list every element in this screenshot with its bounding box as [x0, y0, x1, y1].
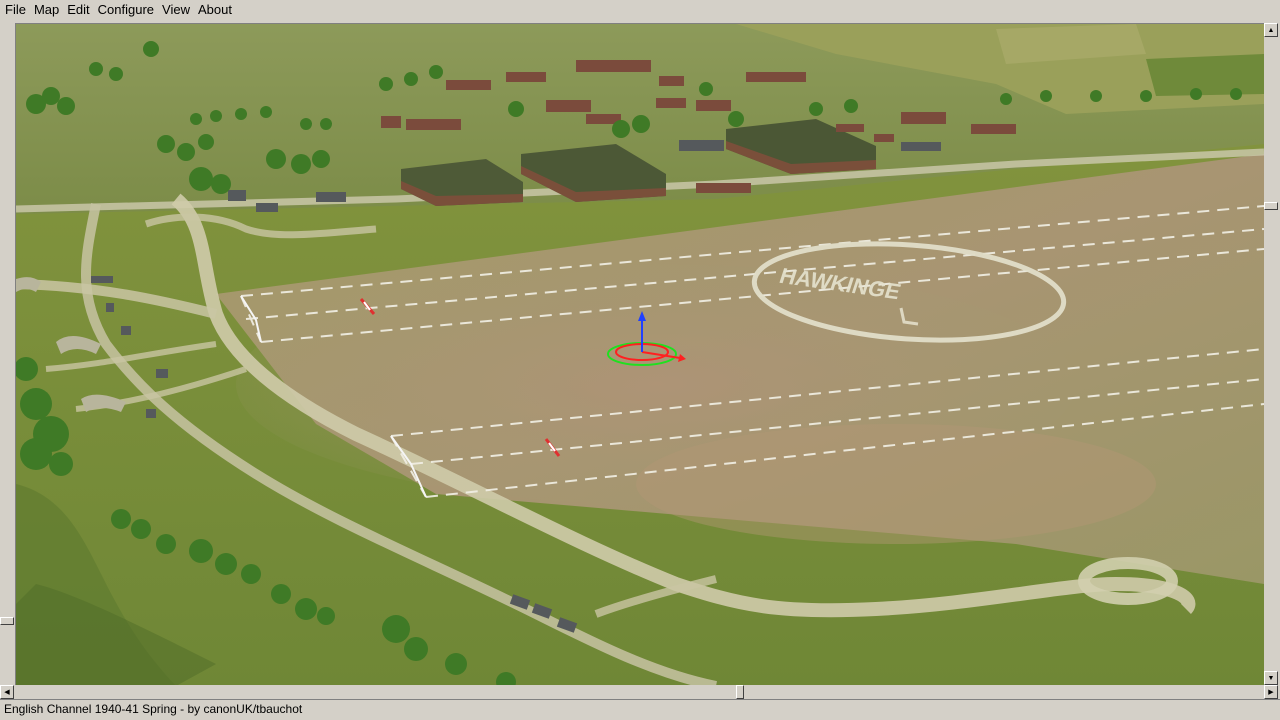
menu-map[interactable]: Map [29, 0, 62, 20]
right-vertical-scrollbar[interactable]: ▲ ▼ [1264, 23, 1278, 685]
right-scroll-thumb[interactable] [1264, 202, 1278, 210]
triangle-right-icon[interactable]: ▶ [1264, 685, 1278, 699]
map-frame: HAWKINGE ▲ ▼ ◀ ▶ [0, 20, 1280, 699]
menu-about[interactable]: About [193, 0, 235, 20]
horizontal-scroll-thumb[interactable] [736, 685, 744, 699]
menu-view[interactable]: View [157, 0, 193, 20]
triangle-down-icon[interactable]: ▼ [1264, 671, 1278, 685]
status-text: English Channel 1940-41 Spring - by cano… [4, 702, 303, 716]
horizontal-scrollbar[interactable]: ◀ ▶ [0, 685, 1278, 699]
menu-edit[interactable]: Edit [62, 0, 92, 20]
triangle-left-icon[interactable]: ◀ [0, 685, 14, 699]
menu-file[interactable]: File [0, 0, 29, 20]
left-vertical-scrollbar[interactable] [0, 23, 14, 685]
left-scroll-thumb[interactable] [0, 617, 14, 625]
airfield-scene[interactable]: HAWKINGE [16, 24, 1264, 686]
map-3d-viewport[interactable]: HAWKINGE [15, 23, 1264, 686]
triangle-up-icon[interactable]: ▲ [1264, 23, 1278, 37]
menu-configure[interactable]: Configure [93, 0, 157, 20]
menu-bar: File Map Edit Configure View About [0, 0, 1280, 20]
status-bar: English Channel 1940-41 Spring - by cano… [0, 699, 1280, 720]
